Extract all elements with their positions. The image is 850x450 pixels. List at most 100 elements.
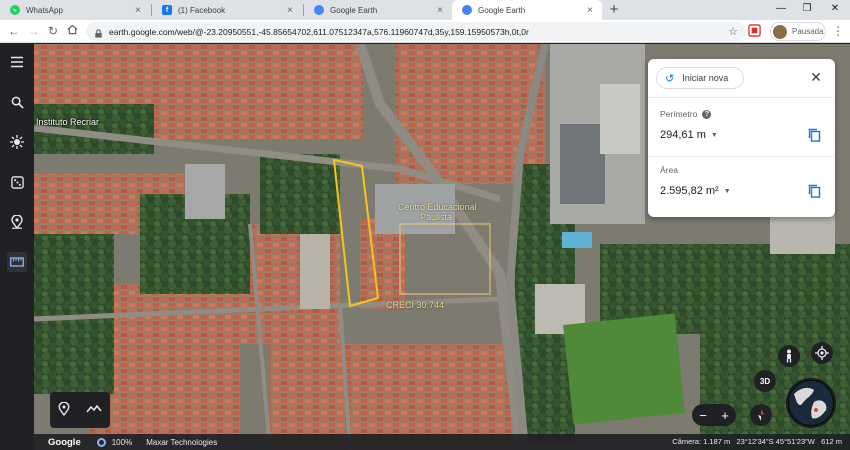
bookmark-star-icon[interactable]: ☆ xyxy=(728,25,738,38)
loading-ring-icon xyxy=(96,437,106,447)
restore-button[interactable]: ❐ xyxy=(794,0,820,20)
area-label-text: Área xyxy=(660,165,678,175)
extension-icon[interactable] xyxy=(748,24,762,38)
zoom-controls: − + xyxy=(692,404,736,426)
close-icon[interactable]: × xyxy=(284,5,296,16)
help-icon[interactable]: ? xyxy=(702,109,712,119)
tab-google-earth[interactable]: Google Earth × xyxy=(304,0,452,20)
address-bar[interactable]: earth.google.com/web/@-23.20950551,-45.8… xyxy=(86,22,746,41)
perimeter-value[interactable]: 294,61 m ▼ xyxy=(660,129,718,141)
start-new-button[interactable]: ↺ Iniciar nova xyxy=(656,67,744,89)
pegman-icon xyxy=(786,349,792,363)
elevation-profile-button[interactable] xyxy=(86,403,102,417)
refresh-icon: ↺ xyxy=(665,72,675,85)
camera-altitude: Câmera: 1.187 m xyxy=(672,437,731,446)
back-button[interactable]: ← xyxy=(6,23,22,39)
close-window-button[interactable]: ✕ xyxy=(822,0,848,20)
hamburger-icon xyxy=(11,56,23,68)
compass-icon xyxy=(758,409,764,421)
tab-label: WhatsApp xyxy=(26,5,63,15)
tab-label: Google Earth xyxy=(478,5,526,15)
close-icon[interactable]: × xyxy=(434,5,446,16)
elevation: 612 m xyxy=(821,437,842,446)
new-tab-button[interactable]: + xyxy=(606,0,622,20)
tab-google-earth-active[interactable]: Google Earth × xyxy=(452,0,602,20)
menu-button[interactable] xyxy=(7,52,27,72)
watermark-text: Paulista xyxy=(420,212,453,222)
my-location-button[interactable] xyxy=(811,342,833,364)
copy-area-button[interactable] xyxy=(808,184,822,198)
voyager-icon xyxy=(10,135,24,149)
status-bar: Google 100% Maxar Technologies Câmera: 1… xyxy=(34,434,850,450)
reload-button[interactable]: ↻ xyxy=(45,23,61,39)
globe-icon xyxy=(789,381,833,425)
compass-button[interactable] xyxy=(750,404,772,426)
chevron-down-icon: ▼ xyxy=(723,187,731,195)
google-logo: Google xyxy=(48,436,81,448)
watermark-text: Centro Educacional xyxy=(398,202,477,212)
close-panel-button[interactable]: ✕ xyxy=(806,67,826,87)
tab-whatsapp[interactable]: WhatsApp × xyxy=(0,0,150,20)
tab-facebook[interactable]: f (1) Facebook × xyxy=(152,0,302,20)
imagery-credit[interactable]: Maxar Technologies xyxy=(146,438,217,447)
start-new-label: Iniciar nova xyxy=(682,73,729,83)
camera-info: Câmera: 1.187 m 23°12'34"S 45°51'23"W 61… xyxy=(672,437,842,446)
home-button[interactable] xyxy=(64,23,80,39)
close-icon[interactable]: × xyxy=(584,5,596,16)
voyager-button[interactable] xyxy=(7,132,27,152)
minimize-button[interactable]: — xyxy=(768,0,794,20)
tab-label: Google Earth xyxy=(330,5,378,15)
forward-button[interactable]: → xyxy=(26,23,42,39)
divider xyxy=(648,156,835,157)
random-button[interactable] xyxy=(7,172,27,192)
area-value[interactable]: 2.595,82 m² ▼ xyxy=(660,185,731,197)
location-pin-button[interactable] xyxy=(58,401,70,419)
home-icon xyxy=(67,24,77,35)
crosshair-icon xyxy=(815,346,829,360)
chevron-down-icon: ▼ xyxy=(710,131,718,139)
avatar xyxy=(773,24,787,39)
perimeter-label-text: Perímetro xyxy=(660,109,698,119)
area-label: Área xyxy=(660,165,678,175)
browser-menu-icon[interactable]: ⋮ xyxy=(832,24,844,38)
zoom-in-button[interactable]: + xyxy=(721,408,729,423)
perimeter-label: Perímetro ? xyxy=(660,109,712,119)
bottom-tools xyxy=(50,392,110,428)
whatsapp-icon xyxy=(10,5,20,15)
projects-button[interactable] xyxy=(7,212,27,232)
measure-button[interactable] xyxy=(7,252,27,272)
coordinates: 23°12'34"S 45°51'23"W xyxy=(736,437,815,446)
loading-percent: 100% xyxy=(111,437,133,447)
view-3d-button[interactable]: 3D xyxy=(754,370,776,392)
place-label: Instituto Recriar xyxy=(36,117,100,127)
close-icon[interactable]: × xyxy=(132,5,144,16)
tab-label: (1) Facebook xyxy=(178,5,226,15)
tab-strip: WhatsApp × f (1) Facebook × Google Earth… xyxy=(0,0,850,20)
ruler-icon xyxy=(10,257,24,267)
search-icon xyxy=(11,96,24,109)
elevation-icon xyxy=(86,404,102,413)
lock-icon xyxy=(94,27,103,38)
earth-viewport[interactable]: Instituto Recriar Centro Educacional Pau… xyxy=(0,44,850,450)
dice-icon xyxy=(10,175,24,189)
pegman-button[interactable] xyxy=(778,345,800,367)
facebook-icon: f xyxy=(162,5,172,15)
measure-panel: ↺ Iniciar nova ✕ Perímetro ? 294,61 m ▼ … xyxy=(648,59,835,217)
copy-perimeter-button[interactable] xyxy=(808,128,822,142)
pin-icon xyxy=(11,215,23,229)
search-button[interactable] xyxy=(7,92,27,112)
divider xyxy=(648,97,835,98)
watermark-text: CRECI 30.744 xyxy=(386,300,445,310)
area-value-text: 2.595,82 m² xyxy=(660,185,719,197)
copy-icon xyxy=(808,128,821,142)
globe-minimap[interactable] xyxy=(786,378,836,428)
copy-icon xyxy=(808,184,821,198)
browser-toolbar: ← → ↻ earth.google.com/web/@-23.20950551… xyxy=(0,20,850,43)
zoom-out-button[interactable]: − xyxy=(699,408,707,423)
perimeter-value-text: 294,61 m xyxy=(660,129,706,141)
url-text: earth.google.com/web/@-23.20950551,-45.8… xyxy=(109,26,529,37)
profile-button[interactable]: Pausada xyxy=(770,22,826,41)
profile-label: Pausada xyxy=(792,27,824,36)
left-sidebar xyxy=(0,44,34,450)
google-earth-icon xyxy=(314,5,324,15)
